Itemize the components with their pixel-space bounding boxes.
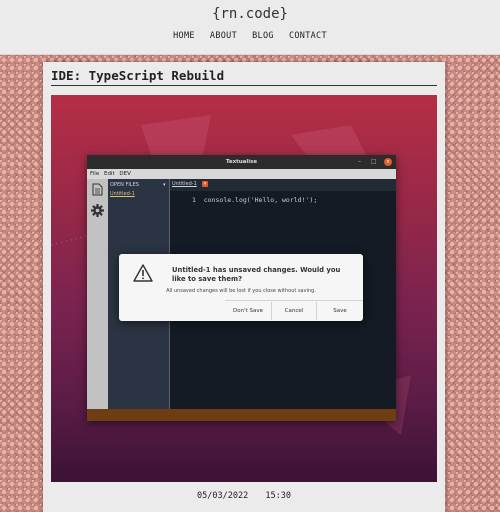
menu-edit[interactable]: Edit [104,171,115,177]
maximize-icon[interactable]: □ [371,158,377,166]
nav-about-link[interactable]: ABOUT [210,31,237,41]
tab-untitled-1[interactable]: Untitled-1 [172,181,197,187]
unsaved-changes-dialog: Untitled-1 has unsaved changes. Would yo… [119,254,363,321]
code-editor[interactable]: 1 console.log('Hello, world!'); [192,196,317,204]
window-title: Textualise [87,155,396,169]
line-number: 1 [192,196,196,204]
post-screenshot: Textualise – □ × File Edit DEV OPEN FILE… [51,95,437,482]
tab-bar: Untitled-1 × [170,179,396,191]
status-bar [87,409,396,421]
tab-close-icon[interactable]: × [202,181,208,187]
site-header: {rn.code} HOME ABOUT BLOG CONTACT [0,0,500,55]
files-icon[interactable] [91,183,104,196]
activity-bar [87,179,108,409]
dialog-message: All unsaved changes will be lost if you … [166,288,316,294]
open-files-header: OPEN FILES [110,182,139,188]
save-button[interactable]: Save [317,302,363,320]
post-meta: 05/03/2022 15:30 [43,491,445,501]
nav-home-link[interactable]: HOME [173,31,195,41]
blog-post-card: IDE: TypeScript Rebuild Textualise – □ ×… [43,62,445,512]
site-logo[interactable]: {rn.code} [0,6,500,22]
sidebar-file-untitled-1[interactable]: Untitled-1 [110,191,135,197]
post-title: IDE: TypeScript Rebuild [51,68,437,86]
cancel-button[interactable]: Cancel [272,302,317,320]
nav-contact-link[interactable]: CONTACT [289,31,327,41]
dont-save-button[interactable]: Don't Save [225,302,272,320]
dialog-divider [225,300,363,301]
main-nav: HOME ABOUT BLOG CONTACT [0,31,500,41]
menu-dev[interactable]: DEV [119,171,130,177]
post-date: 05/03/2022 [197,491,249,501]
chevron-down-icon[interactable]: ▾ [163,182,166,188]
warning-icon [133,264,153,282]
gear-icon[interactable] [90,203,105,218]
dialog-title: Untitled-1 has unsaved changes. Would yo… [172,266,341,283]
code-line: console.log('Hello, world!'); [203,196,318,204]
menu-file[interactable]: File [90,171,99,177]
nav-blog-link[interactable]: BLOG [252,31,274,41]
close-window-icon[interactable]: × [384,158,392,166]
menu-bar: File Edit DEV [87,169,396,179]
minimize-icon[interactable]: – [358,158,361,166]
post-time: 15:30 [265,491,291,501]
